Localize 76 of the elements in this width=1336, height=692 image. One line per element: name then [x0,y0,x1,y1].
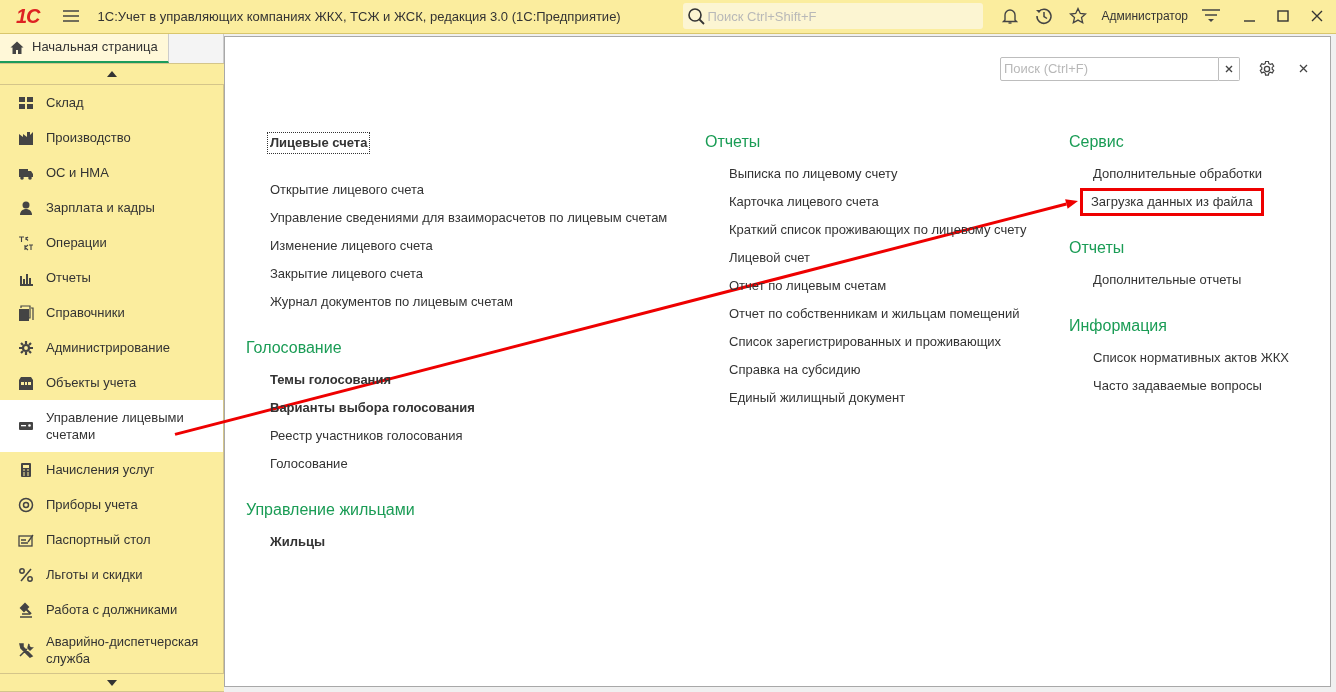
calculator-icon [18,461,34,478]
command-link[interactable]: Справка на субсидию [726,358,864,381]
command-link[interactable]: Закрытие лицевого счета [267,262,427,285]
scroll-up-button[interactable] [0,62,224,86]
close-icon [1298,64,1308,74]
sidebar-item[interactable]: Операции [0,225,223,261]
sidebar-item[interactable]: Аварийно-диспетчерская служба [0,627,223,674]
sidebar-item[interactable]: Объекты учета [0,365,223,401]
section-heading: Сервис [1069,131,1125,152]
section-heading: Управление жильцами [246,499,416,520]
gear-icon [18,339,34,356]
clear-button[interactable] [1219,56,1240,81]
gavel-icon [18,601,34,618]
home-tab[interactable]: Начальная страница [0,33,169,63]
sidebar-item[interactable]: Справочники [0,295,223,331]
command-link[interactable]: Управление сведениями для взаиморасчетов по лицевым счетам [267,206,671,229]
command-link[interactable]: Жильцы [267,530,329,553]
command-link[interactable]: Список зарегистрированных и проживающих [726,330,1005,353]
maximize-icon [1277,10,1289,23]
caret-icon [107,70,117,77]
sidebar-item[interactable]: Склад [0,85,223,121]
bell-icon [1001,7,1020,26]
command-link[interactable]: Часто задаваемые вопросы [1090,374,1265,397]
sidebar-item[interactable]: ОС и НМА [0,155,223,191]
building-icon [18,374,34,391]
sidebar-item[interactable]: Отчеты [0,260,223,296]
user-name[interactable]: Администратор [1101,7,1188,26]
sidebar-item[interactable]: Работа с должниками [0,592,223,628]
command-link[interactable]: Единый жилищный документ [726,386,909,409]
sidebar-item[interactable]: Паспортный стол [0,522,223,558]
menu-icon [1201,8,1221,25]
command-link[interactable]: Дополнительные обработки [1090,162,1265,185]
history-icon [1035,7,1054,26]
section-heading: Информация [1069,315,1168,336]
command-link[interactable]: Реестр участников голосования [267,424,466,447]
section-heading: Отчеты [705,131,762,152]
close-icon [1311,10,1323,23]
command-link[interactable]: Лицевой счет [726,246,814,269]
menu-icon [61,9,80,24]
section-heading: Отчеты [1069,237,1126,258]
sidebar-item[interactable]: Начисления услуг [0,452,223,488]
command-link[interactable]: Голосование [267,452,351,475]
settings-icon [1258,59,1276,78]
sidebar-item[interactable]: Производство [0,120,223,156]
tools-icon [18,642,34,659]
home-icon [10,40,24,54]
person-icon [18,199,34,216]
window-title: 1С:Учет в управляющих компаниях ЖКХ, ТСЖ и ЖСК, редакция 3.0 (1С:Предприятие) [97,7,621,26]
grid-icon [18,94,34,111]
command-link[interactable]: Карточка лицевого счета [726,190,882,213]
command-link[interactable]: Отчет по собственникам и жильцам помещений [726,302,1023,325]
close-icon [1225,64,1233,73]
sidebar-item[interactable]: Льготы и скидки [0,557,223,593]
disc-icon [18,496,34,513]
logo: 1С [16,6,40,27]
caret-icon [107,679,117,686]
minimize-icon [1243,19,1255,22]
command-link[interactable]: Изменение лицевого счета [267,234,436,257]
search-field[interactable]: Поиск (Ctrl+F) [1000,56,1219,81]
command-link[interactable]: Дополнительные отчеты [1090,268,1245,291]
percent-icon [18,566,34,583]
section-heading: Голосование [246,337,343,358]
command-link[interactable]: Лицевые счета [267,131,371,154]
command-link[interactable]: Журнал документов по лицевым счетам [267,290,516,313]
sidebar-item[interactable]: Зарплата и кадры [0,190,223,226]
sidebar-item[interactable]: Администрирование [0,330,223,366]
books-icon [18,304,34,321]
factory-icon [18,129,34,146]
command-link[interactable]: Выписка по лицевому счету [726,162,901,185]
command-link[interactable]: Список нормативных актов ЖКХ [1090,346,1292,369]
command-link[interactable]: Загрузка данных из файла [1080,187,1264,216]
command-link[interactable]: Открытие лицевого счета [267,178,427,201]
sidebar-item[interactable]: Приборы учета [0,487,223,523]
sidebar-item[interactable]: Управление лицевыми счетами [0,400,223,453]
star-icon [1069,7,1088,26]
search-field[interactable]: Поиск Ctrl+Shift+F [683,3,984,30]
